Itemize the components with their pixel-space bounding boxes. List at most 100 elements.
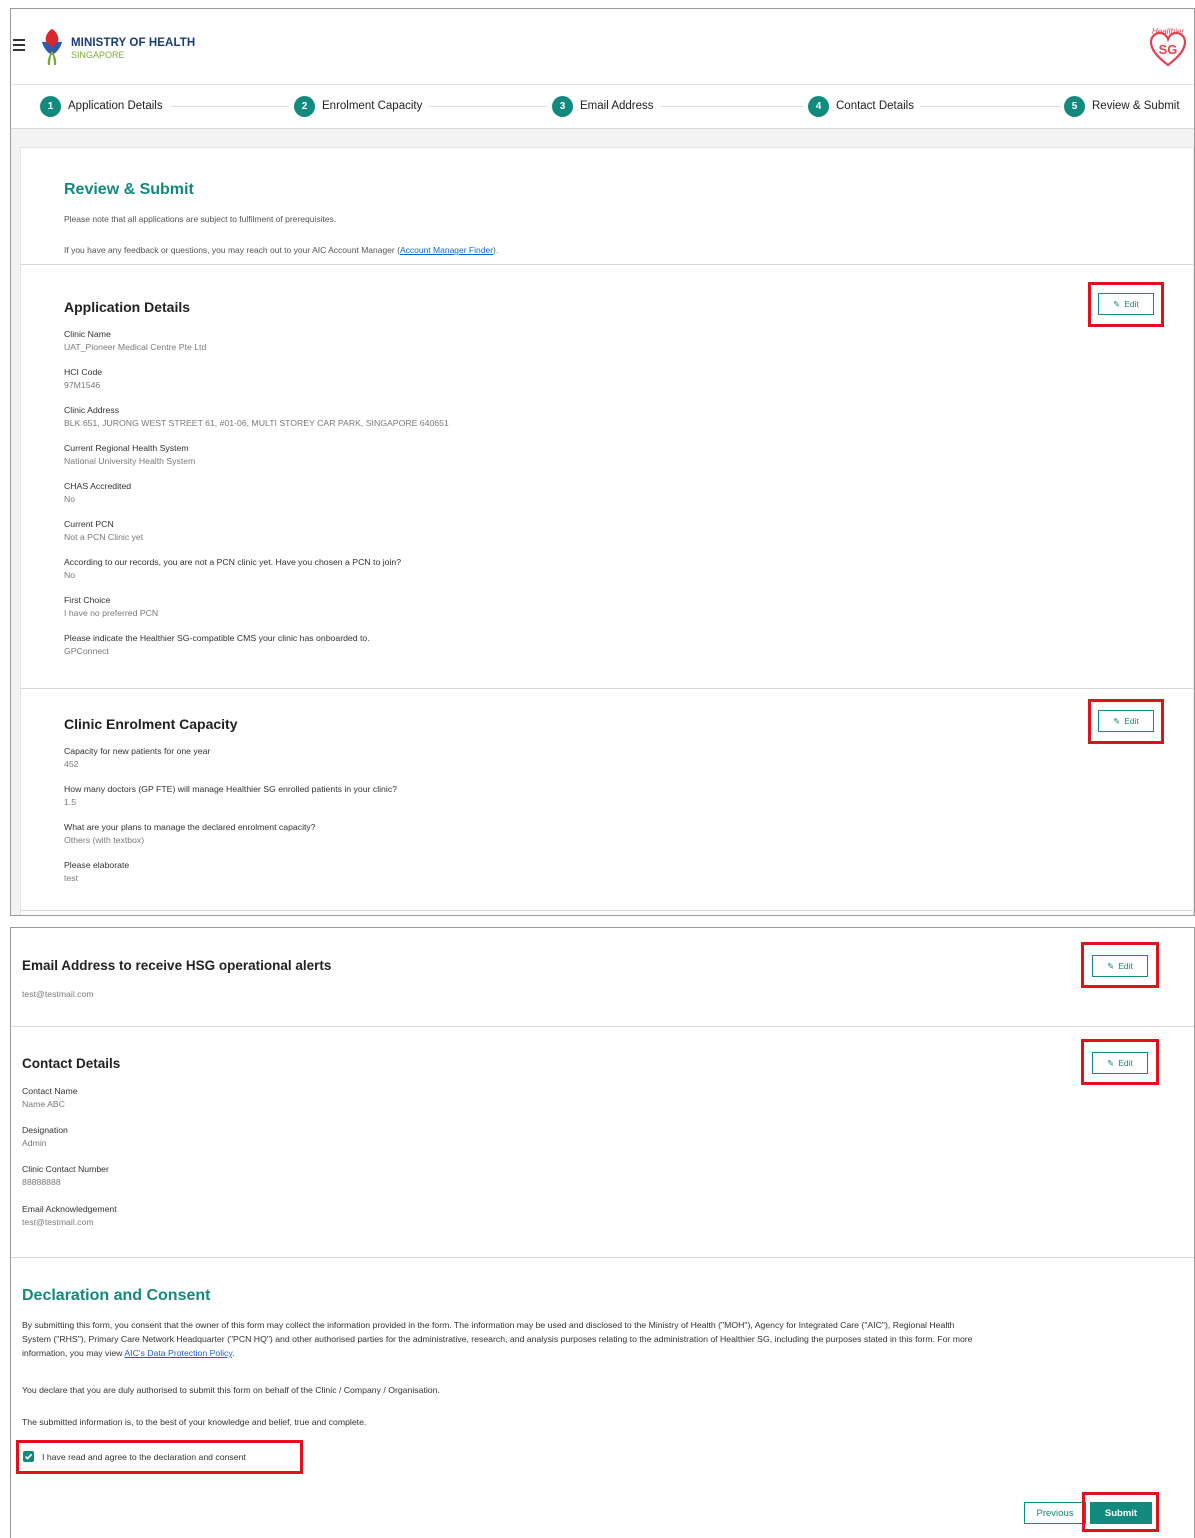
consent-checkbox-label: I have read and agree to the declaration… (42, 1451, 246, 1462)
checkmark-icon (24, 1453, 33, 1460)
edit-label: Edit (1118, 1058, 1133, 1068)
data-protection-policy-link[interactable]: AIC's Data Protection Policy (124, 1348, 232, 1358)
field-label: Capacity for new patients for one year (64, 746, 211, 756)
field-label: How many doctors (GP FTE) will manage He… (64, 784, 397, 794)
step-number: 3 (552, 95, 573, 117)
field-value: Name ABC (22, 1099, 65, 1109)
step-enrolment-capacity[interactable]: 2 Enrolment Capacity (294, 95, 429, 117)
edit-contact-details-button[interactable]: ✎ Edit (1092, 1052, 1148, 1074)
field-value: 1.5 (64, 797, 77, 807)
healthier-sg-logo-icon: Healthier SG (1149, 27, 1187, 67)
field-label: Please elaborate (64, 860, 130, 870)
enrolment-capacity-title: Clinic Enrolment Capacity (64, 716, 238, 732)
field-email-acknowledgement: Email Acknowledgement test@testmail.com (22, 1203, 117, 1229)
step-contact-details[interactable]: 4 Contact Details (808, 95, 920, 117)
field-value: UAT_Pioneer Medical Centre Pte Ltd (64, 342, 207, 352)
step-label: Contact Details (836, 100, 914, 112)
divider (11, 1026, 1194, 1027)
declaration-line-3-suffix: . (232, 1348, 235, 1358)
field-label: HCI Code (64, 367, 103, 377)
hsg-logo-sg: SG (1159, 42, 1178, 57)
moh-wordmark: MINISTRY OF HEALTH SINGAPORE (71, 37, 195, 61)
field-value: 97M1546 (64, 380, 101, 390)
edit-label: Edit (1124, 299, 1139, 309)
field-label: Clinic Contact Number (22, 1164, 109, 1174)
submit-button[interactable]: Submit (1090, 1502, 1152, 1524)
previous-button[interactable]: Previous (1024, 1502, 1086, 1524)
hsg-logo-text: Healthier (1152, 27, 1184, 36)
step-label: Review & Submit (1092, 100, 1180, 112)
edit-enrolment-capacity-button[interactable]: ✎ Edit (1098, 710, 1154, 732)
truth-statement: The submitted information is, to the bes… (22, 1417, 367, 1427)
step-label: Enrolment Capacity (322, 100, 423, 112)
pencil-icon: ✎ (1107, 960, 1115, 971)
field-value: National University Health System (64, 456, 196, 466)
pencil-icon: ✎ (1107, 1057, 1115, 1068)
declaration-line-3: information, you may view AIC's Data Pro… (22, 1346, 1182, 1360)
field-value: No (64, 570, 76, 580)
org-name: MINISTRY OF HEALTH (71, 37, 196, 49)
field-current-pcn: Current PCN Not a PCN Clinic yet (64, 518, 143, 544)
field-value: No (64, 494, 76, 504)
field-label: Contact Name (22, 1086, 78, 1096)
feedback-note-suffix: ). (493, 245, 499, 255)
step-number: 2 (294, 95, 315, 117)
feedback-note: If you have any feedback or questions, y… (64, 245, 498, 255)
field-label: Please indicate the Healthier SG-compati… (64, 633, 370, 643)
divider (21, 910, 1193, 911)
pencil-icon: ✎ (1113, 715, 1121, 726)
field-label: Current PCN (64, 519, 114, 529)
field-doctors: How many doctors (GP FTE) will manage He… (64, 783, 397, 809)
divider (21, 264, 1193, 265)
field-contact-number: Clinic Contact Number 88888888 (22, 1163, 109, 1189)
step-email-address[interactable]: 3 Email Address (552, 95, 660, 117)
header-bar: MINISTRY OF HEALTH SINGAPORE Healthier S… (11, 9, 1194, 85)
field-clinic-address: Clinic Address BLK 651, JURONG WEST STRE… (64, 404, 449, 430)
edit-label: Edit (1124, 716, 1139, 726)
field-first-choice: First Choice I have no preferred PCN (64, 594, 158, 620)
edit-application-details-button[interactable]: ✎ Edit (1098, 293, 1154, 315)
field-value: Admin (22, 1138, 47, 1148)
field-contact-name: Contact Name Name ABC (22, 1085, 78, 1111)
step-number: 1 (40, 95, 61, 117)
edit-email-button[interactable]: ✎ Edit (1092, 955, 1148, 977)
feedback-note-prefix: If you have any feedback or questions, y… (64, 245, 400, 255)
divider (21, 688, 1193, 689)
field-label: First Choice (64, 595, 111, 605)
contact-details-title: Contact Details (22, 1056, 121, 1071)
consent-checkbox[interactable] (23, 1451, 34, 1462)
field-label: Designation (22, 1125, 68, 1135)
field-value: 452 (64, 759, 79, 769)
application-details-title: Application Details (64, 299, 191, 315)
field-label: Clinic Address (64, 405, 120, 415)
authorisation-statement: You declare that you are duly authorised… (22, 1385, 440, 1395)
email-value: test@testmail.com (22, 989, 94, 999)
step-review-submit[interactable]: 5 Review & Submit (1064, 95, 1186, 117)
account-manager-finder-link[interactable]: Account Manager Finder (400, 245, 493, 255)
field-chas-accredited: CHAS Accredited No (64, 480, 131, 506)
hamburger-menu-icon[interactable] (13, 39, 25, 54)
field-elaborate: Please elaborate test (64, 859, 129, 885)
field-clinic-name: Clinic Name UAT_Pioneer Medical Centre P… (64, 328, 206, 354)
field-label: What are your plans to manage the declar… (64, 822, 316, 832)
declaration-line-3-prefix: information, you may view (22, 1348, 125, 1358)
field-chosen-pcn: According to our records, you are not a … (64, 556, 401, 582)
field-label: CHAS Accredited (64, 481, 132, 491)
consent-checkbox-row[interactable]: I have read and agree to the declaration… (23, 1451, 246, 1462)
field-label: According to our records, you are not a … (64, 557, 402, 567)
declaration-title: Declaration and Consent (22, 1287, 211, 1304)
pencil-icon: ✎ (1113, 298, 1121, 309)
step-number: 4 (808, 95, 829, 117)
field-label: Current Regional Health System (64, 443, 189, 453)
step-label: Application Details (68, 100, 163, 112)
step-application-details[interactable]: 1 Application Details (40, 95, 169, 117)
field-designation: Designation Admin (22, 1124, 68, 1150)
org-country: SINGAPORE (71, 50, 125, 60)
screenshot-top: MINISTRY OF HEALTH SINGAPORE Healthier S… (10, 8, 1195, 916)
page-title: Review & Submit (64, 181, 194, 198)
field-value: test@testmail.com (22, 1217, 94, 1227)
declaration-paragraph: By submitting this form, you consent tha… (22, 1318, 1182, 1360)
field-capacity: Capacity for new patients for one year 4… (64, 745, 210, 771)
review-card: Review & Submit Please note that all app… (20, 147, 1194, 915)
progress-stepper: 1 Application Details 2 Enrolment Capaci… (11, 85, 1194, 129)
